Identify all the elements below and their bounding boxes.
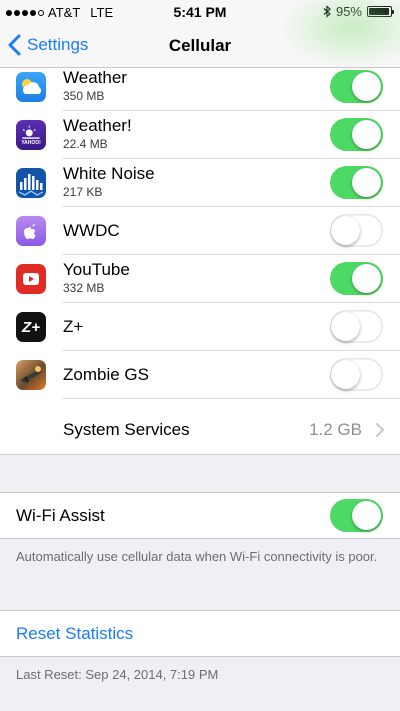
toggle-knob (331, 360, 360, 389)
yahoo-weather-icon: YAHOO! (16, 120, 46, 150)
navigation-bar: Settings Cellular (0, 0, 400, 68)
app-name: Z+ (63, 317, 84, 336)
wifi-assist-description: Automatically use cellular data when Wi-… (16, 549, 378, 564)
bluetooth-icon (323, 5, 331, 18)
weather-cellular-toggle[interactable] (330, 70, 383, 103)
system-services-usage: 1.2 GB (309, 420, 362, 439)
toggle-knob (352, 264, 381, 293)
system-services-label: System Services (63, 420, 190, 439)
toggle-knob (331, 312, 360, 341)
row-divider (63, 398, 400, 399)
last-reset-text: Last Reset: Sep 24, 2014, 7:19 PM (16, 667, 219, 682)
z-plus-cellular-toggle[interactable] (330, 310, 383, 343)
wifi-assist-row: Wi-Fi Assist (0, 492, 400, 539)
battery-icon (367, 6, 394, 17)
status-bar: AT&T LTE 5:41 PM 95% (0, 0, 400, 24)
app-data-usage: 22.4 MB (63, 137, 108, 151)
app-name: YouTube (63, 260, 130, 279)
toggle-knob (352, 120, 381, 149)
app-name: WWDC (63, 221, 120, 240)
app-name: White Noise (63, 164, 155, 183)
z-plus-icon-text: Z+ (22, 318, 40, 336)
system-services-row[interactable]: System Services 1.2 GB (0, 406, 400, 454)
app-name: Weather! (63, 116, 132, 135)
app-row-weather: Weather 350 MB (0, 68, 400, 111)
app-data-usage: 332 MB (63, 281, 105, 295)
toggle-knob (352, 72, 381, 101)
app-row-youtube: YouTube 332 MB (0, 255, 400, 303)
chevron-right-icon (376, 423, 384, 437)
app-name: Weather (63, 68, 127, 87)
battery-percent: 95% (335, 4, 362, 19)
zombie-gs-cellular-toggle[interactable] (330, 358, 383, 391)
app-row-wwdc: WWDC (0, 207, 400, 255)
white-noise-icon (16, 168, 46, 198)
status-right: 95% (323, 4, 394, 19)
reset-statistics-button[interactable]: Reset Statistics (0, 610, 400, 657)
app-row-weather-yahoo: YAHOO! Weather! 22.4 MB (0, 111, 400, 159)
page-title: Cellular (168, 36, 232, 55)
white-noise-cellular-toggle[interactable] (330, 166, 383, 199)
toggle-knob (352, 501, 381, 530)
app-data-usage: 350 MB (63, 89, 105, 103)
zombie-gs-icon (16, 360, 46, 390)
app-row-z-plus: Z+ Z+ (0, 303, 400, 351)
yahoo-icon-text: YAHOO! (21, 140, 41, 146)
youtube-icon (16, 264, 46, 294)
app-row-white-noise: White Noise 217 KB (0, 159, 400, 207)
battery-fill (369, 8, 389, 15)
app-name: Zombie GS (63, 365, 149, 384)
wwdc-cellular-toggle[interactable] (330, 214, 383, 247)
weather-icon (16, 72, 46, 102)
youtube-cellular-toggle[interactable] (330, 262, 383, 295)
wwdc-icon (16, 216, 46, 246)
reset-statistics-label: Reset Statistics (16, 624, 134, 643)
app-row-zombie-gs: Zombie GS (0, 351, 400, 399)
toggle-knob (331, 216, 360, 245)
weather-yahoo-cellular-toggle[interactable] (330, 118, 383, 151)
app-cellular-list: Weather 350 MB YAHOO! Weather! 22.4 MB W… (0, 68, 400, 455)
toggle-knob (352, 168, 381, 197)
z-plus-icon: Z+ (16, 312, 46, 342)
wifi-assist-toggle[interactable] (330, 499, 383, 532)
app-data-usage: 217 KB (63, 185, 103, 199)
wifi-assist-label: Wi-Fi Assist (16, 506, 105, 525)
